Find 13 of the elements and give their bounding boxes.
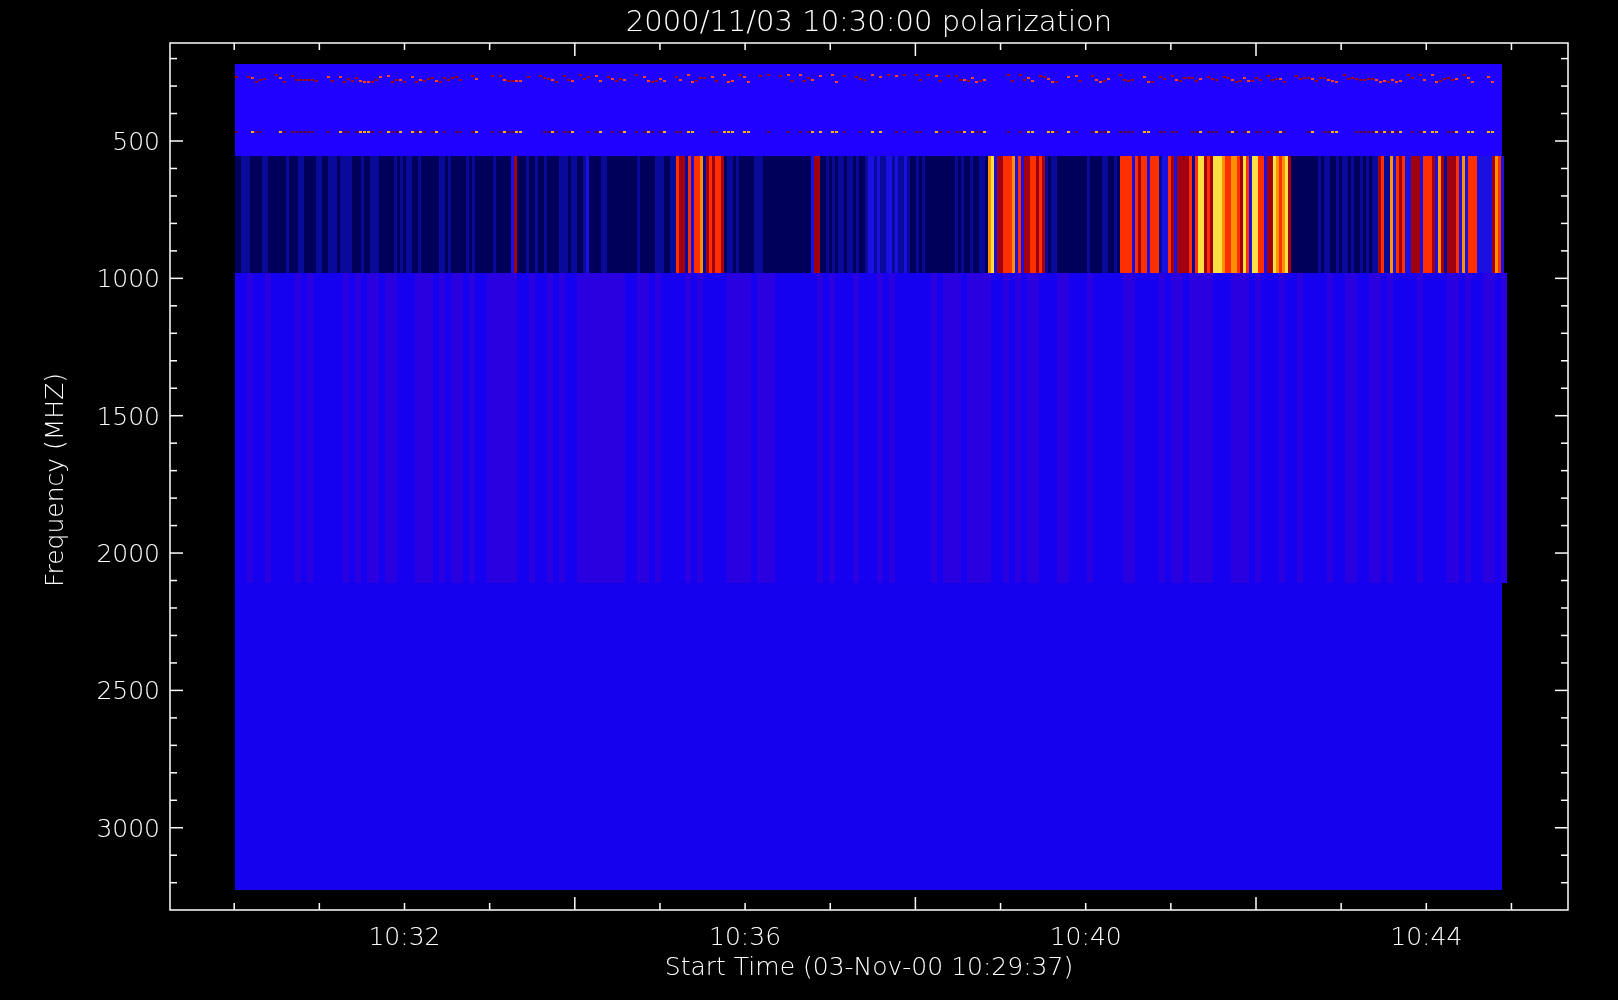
y-tick-label: 500 [112,127,160,156]
y-axis-label: Frequency (MHZ) [40,372,69,588]
y-tick-label: 2500 [96,676,160,706]
x-tick-label: 10:44 [1390,922,1463,951]
y-tick-label: 2000 [96,539,160,569]
plot-title: 2000/11/03 10:30:00 polarization [625,4,1113,38]
y-tick-label: 1500 [96,401,160,431]
y-tick-label: 3000 [96,813,160,843]
x-tick-label: 10:40 [1049,922,1122,951]
x-tick-label: 10:36 [709,922,782,951]
y-tick-label: 1000 [96,264,160,294]
x-axis-label: Start Time (03-Nov-00 10:29:37) [664,952,1074,981]
x-tick-label: 10:32 [368,922,441,951]
